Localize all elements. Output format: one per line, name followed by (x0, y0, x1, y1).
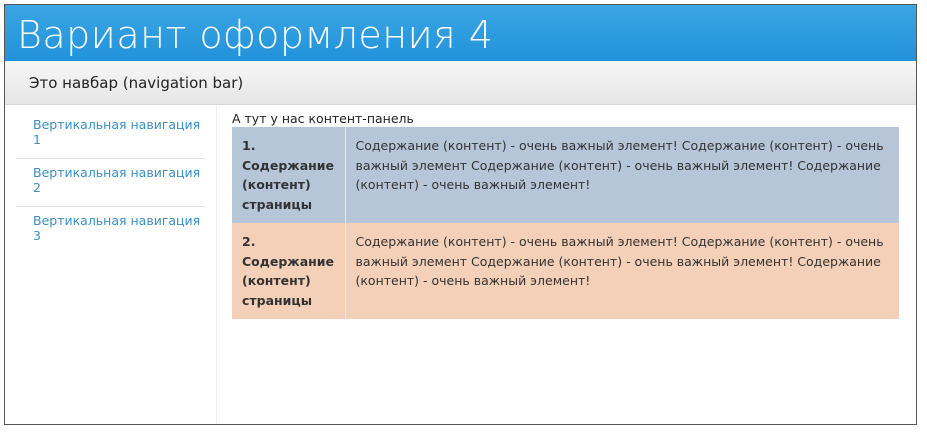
sidebar-item-2[interactable]: Вертикальная навигация 2 (16, 159, 205, 207)
sidebar-item-1[interactable]: Вертикальная навигация 1 (16, 111, 205, 159)
sidebar: Вертикальная навигация 1 Вертикальная на… (5, 105, 217, 424)
page-header: Вариант оформления 4 (5, 5, 916, 61)
content-panel: А тут у нас контент-панель 1. Содержание… (217, 105, 916, 424)
table-row: 1. Содержание (контент) страницы Содержа… (232, 127, 899, 223)
page-frame: Вариант оформления 4 Это навбар (navigat… (4, 4, 917, 425)
navbar-text: Это навбар (navigation bar) (29, 74, 244, 92)
row-title: 1. Содержание (контент) страницы (232, 127, 346, 223)
row-text: Содержание (контент) - очень важный элем… (345, 223, 899, 319)
navbar: Это навбар (navigation bar) (5, 61, 916, 105)
page-title: Вариант оформления 4 (17, 13, 494, 57)
main-layout: Вертикальная навигация 1 Вертикальная на… (5, 105, 916, 424)
content-panel-label: А тут у нас контент-панель (232, 111, 414, 126)
content-table: 1. Содержание (контент) страницы Содержа… (232, 127, 899, 319)
table-row: 2. Содержание (контент) страницы Содержа… (232, 223, 899, 319)
row-text: Содержание (контент) - очень важный элем… (345, 127, 899, 223)
row-title: 2. Содержание (контент) страницы (232, 223, 346, 319)
sidebar-item-3[interactable]: Вертикальная навигация 3 (16, 207, 205, 254)
